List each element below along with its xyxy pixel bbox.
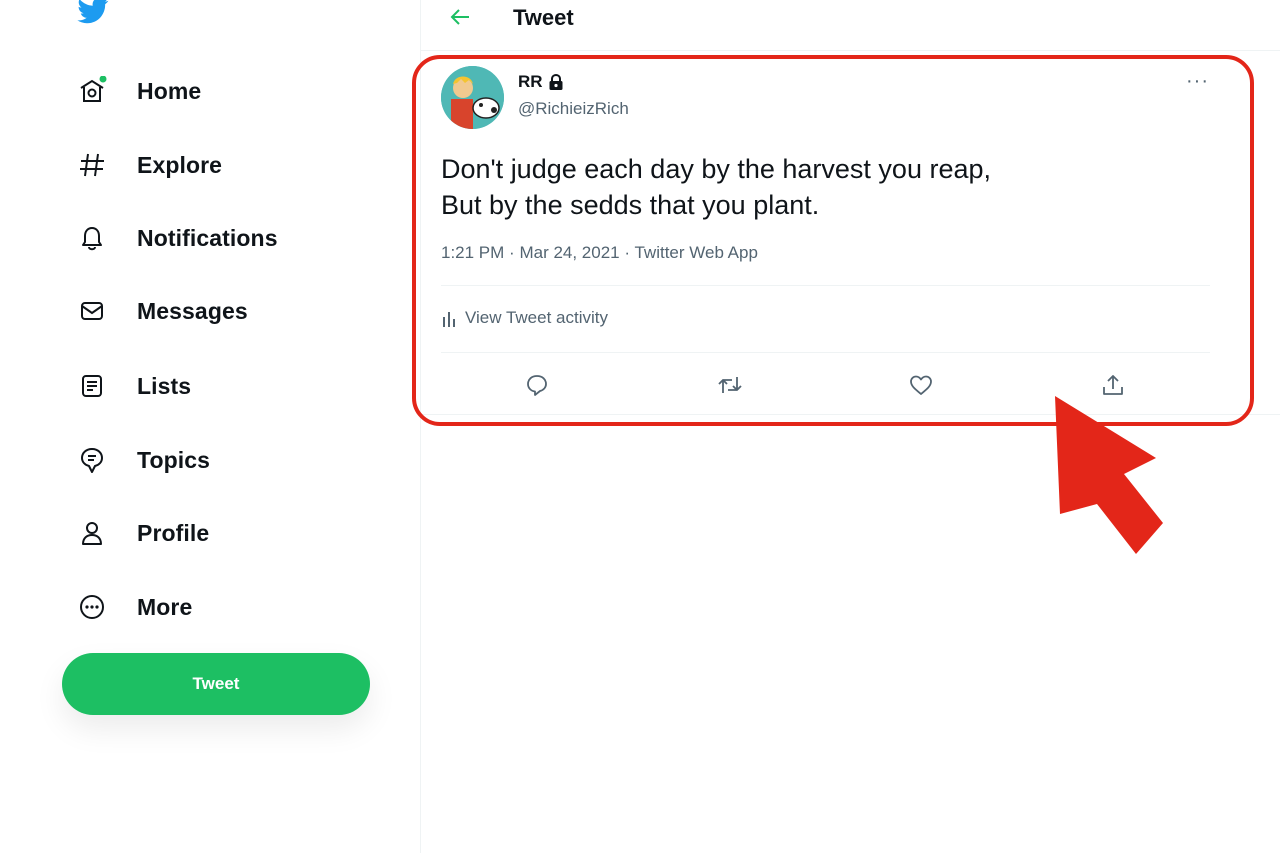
activity-label: View Tweet activity <box>465 308 608 327</box>
like-button[interactable] <box>906 370 936 400</box>
meta-separator: · <box>509 243 515 262</box>
lock-icon <box>549 73 563 90</box>
sidebar-item-label: Explore <box>137 151 223 178</box>
sidebar-item-more[interactable]: More <box>76 587 192 627</box>
sidebar-item-label: Topics <box>137 446 211 473</box>
divider <box>421 414 1280 415</box>
sidebar-item-topics[interactable]: Topics <box>76 440 210 480</box>
person-icon <box>76 517 108 549</box>
back-arrow-icon[interactable] <box>447 4 473 30</box>
bell-icon <box>76 222 108 254</box>
sidebar-item-label: Notifications <box>137 224 278 251</box>
author-name[interactable]: RR <box>518 72 565 92</box>
sidebar-item-notifications[interactable]: Notifications <box>76 218 278 258</box>
tweet-date[interactable]: Mar 24, 2021 <box>519 243 619 262</box>
home-icon <box>76 75 108 107</box>
author-name-text: RR <box>518 72 543 91</box>
more-options-icon[interactable]: ··· <box>1186 70 1209 93</box>
share-button[interactable] <box>1098 370 1128 400</box>
meta-separator: · <box>624 243 631 262</box>
annotation-arrow-icon <box>1055 396 1163 554</box>
retweet-button[interactable] <box>715 370 745 400</box>
sidebar-item-label: Messages <box>137 297 248 324</box>
column-divider <box>420 0 421 853</box>
sidebar-nav: Home Explore Notifications Messages List… <box>0 0 420 853</box>
tweet-button[interactable]: Tweet <box>62 653 370 715</box>
envelope-icon <box>76 295 108 327</box>
tweet-text: Don't judge each day by the harvest you … <box>441 151 991 223</box>
sidebar-item-label: Home <box>137 77 202 104</box>
more-circle-icon <box>76 591 108 623</box>
sidebar-item-profile[interactable]: Profile <box>76 513 209 553</box>
like-icon <box>910 375 932 395</box>
view-tweet-activity-link[interactable]: View Tweet activity <box>441 308 608 328</box>
sidebar-item-messages[interactable]: Messages <box>76 291 248 331</box>
author-handle[interactable]: @RichieizRich <box>518 99 629 119</box>
sidebar-item-label: Lists <box>137 372 192 399</box>
avatar[interactable] <box>441 66 504 129</box>
list-icon <box>76 370 108 402</box>
tweet-text-line: Don't judge each day by the harvest you … <box>441 154 992 184</box>
divider <box>441 285 1210 286</box>
page-title: Tweet <box>513 5 574 30</box>
topics-icon <box>76 444 108 476</box>
analytics-icon <box>443 312 455 327</box>
tweet-source[interactable]: Twitter Web App <box>634 243 757 262</box>
tweet-time[interactable]: 1:21 PM <box>441 243 504 262</box>
twitter-bird-icon[interactable] <box>74 0 112 32</box>
hashtag-icon <box>76 149 108 181</box>
reply-icon <box>527 375 547 396</box>
sidebar-item-lists[interactable]: Lists <box>76 366 191 406</box>
tweet-meta: 1:21 PM · Mar 24, 2021 · Twitter Web App <box>441 243 758 263</box>
share-icon <box>1103 375 1123 395</box>
retweet-icon <box>718 377 742 393</box>
sidebar-item-label: More <box>137 593 193 620</box>
reply-button[interactable] <box>522 370 552 400</box>
sidebar-item-label: Profile <box>137 519 210 546</box>
sidebar-item-explore[interactable]: Explore <box>76 145 222 185</box>
tweet-text-line: But by the sedds that you plant. <box>441 190 820 220</box>
sidebar-item-home[interactable]: Home <box>76 71 201 111</box>
divider <box>441 352 1210 353</box>
